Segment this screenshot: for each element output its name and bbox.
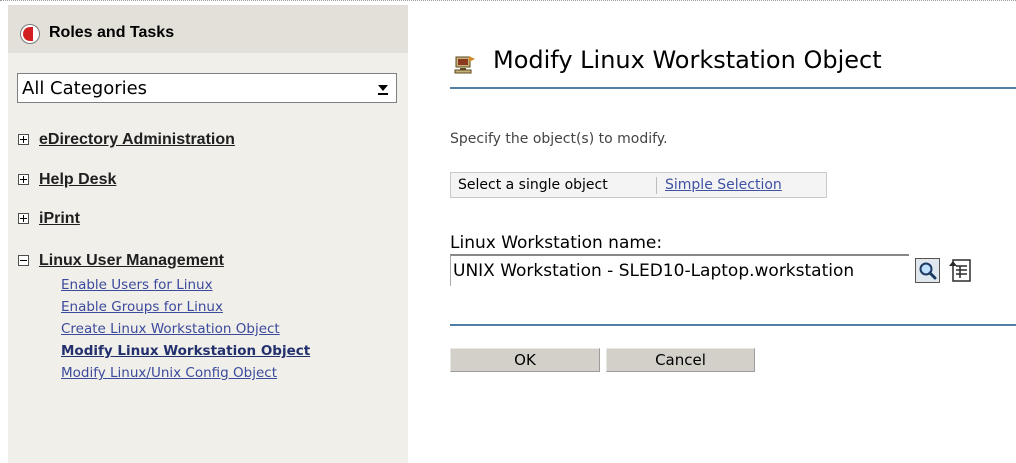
simple-selection-link[interactable]: Simple Selection xyxy=(665,177,782,193)
sidebar-group-linux-user-management[interactable]: Linux User Management xyxy=(8,252,408,275)
title-divider xyxy=(450,87,1016,89)
workstation-name-input[interactable] xyxy=(450,254,909,286)
expand-plus-icon[interactable] xyxy=(18,174,29,185)
top-dotted-border xyxy=(0,0,1016,1)
expand-plus-icon[interactable] xyxy=(18,213,29,224)
sidebar-group-help-desk[interactable]: Help Desk xyxy=(8,171,408,194)
magnifier-icon xyxy=(917,260,938,281)
sidebar-item-modify-config[interactable]: Modify Linux/Unix Config Object xyxy=(61,365,277,381)
page-title: Modify Linux Workstation Object xyxy=(493,46,882,74)
cancel-button[interactable]: Cancel xyxy=(606,348,755,372)
collapse-minus-icon[interactable] xyxy=(18,255,29,266)
sidebar-group-iprint[interactable]: iPrint xyxy=(8,210,408,233)
group-label-iprint[interactable]: iPrint xyxy=(39,210,80,228)
sidebar-group-edirectory[interactable]: eDirectory Administration xyxy=(8,131,408,154)
sidebar-title: Roles and Tasks xyxy=(49,24,175,41)
sidebar-item-enable-users[interactable]: Enable Users for Linux xyxy=(61,277,213,293)
group-label-help-desk[interactable]: Help Desk xyxy=(39,171,116,189)
history-list-button[interactable] xyxy=(948,258,973,283)
workstation-name-label: Linux Workstation name: xyxy=(450,233,663,253)
roles-and-tasks-icon xyxy=(20,24,40,44)
form-divider xyxy=(450,324,1016,326)
history-list-icon xyxy=(949,259,971,282)
category-select-value: All Categories xyxy=(22,78,148,99)
group-label-linux-user-management[interactable]: Linux User Management xyxy=(39,252,224,270)
expand-plus-icon[interactable] xyxy=(18,134,29,145)
object-browse-button[interactable] xyxy=(915,258,940,283)
chevron-down-icon[interactable] xyxy=(372,76,394,100)
workstation-object-icon xyxy=(454,55,476,75)
ok-button[interactable]: OK xyxy=(450,348,600,372)
roles-tasks-sidebar: Roles and Tasks All Categories eDirector… xyxy=(8,5,408,463)
select-single-object-label: Select a single object xyxy=(458,177,608,193)
selection-mode-bar: Select a single object Simple Selection xyxy=(450,172,827,198)
sidebar-item-create-workstation[interactable]: Create Linux Workstation Object xyxy=(61,321,280,337)
sidebar-item-modify-workstation[interactable]: Modify Linux Workstation Object xyxy=(61,343,310,359)
group-label-edirectory[interactable]: eDirectory Administration xyxy=(39,131,235,149)
sidebar-item-enable-groups[interactable]: Enable Groups for Linux xyxy=(61,299,223,315)
instruction-text: Specify the object(s) to modify. xyxy=(450,131,668,147)
selection-separator xyxy=(656,177,657,194)
sidebar-header: Roles and Tasks xyxy=(8,5,408,53)
category-select[interactable]: All Categories xyxy=(17,73,397,103)
